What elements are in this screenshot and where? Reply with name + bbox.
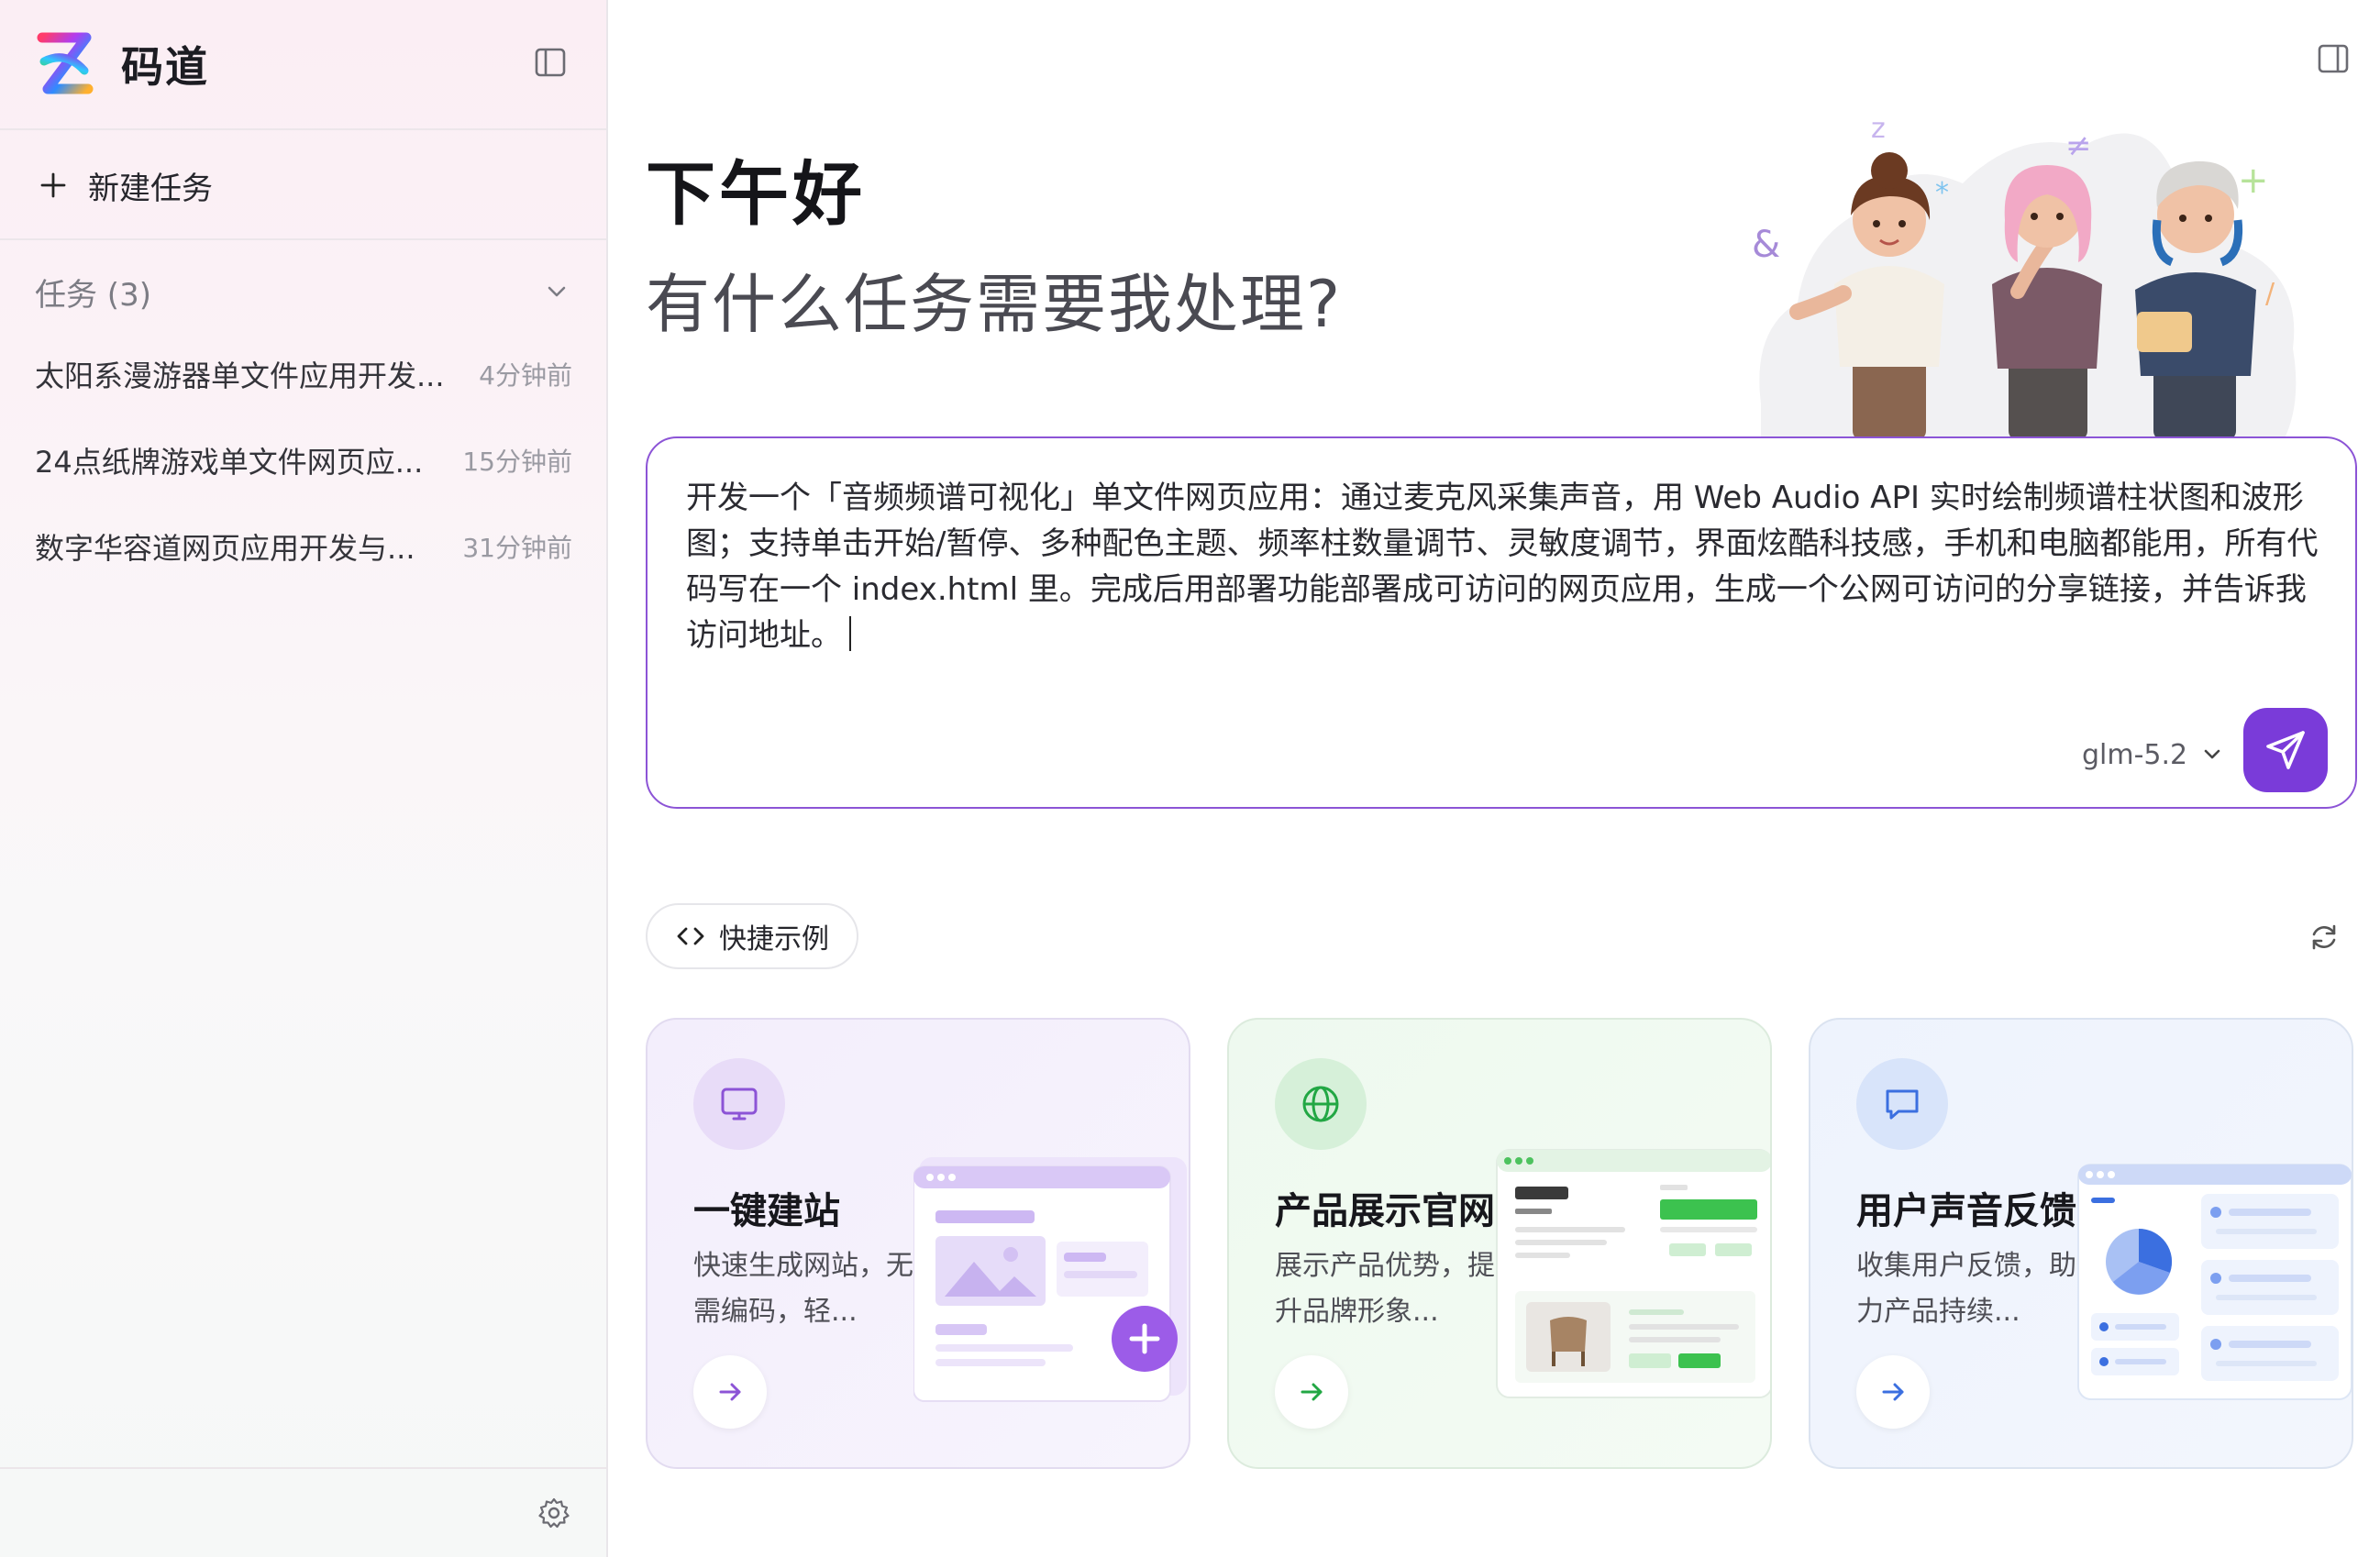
divider bbox=[0, 128, 606, 130]
svg-text:/: / bbox=[2265, 278, 2275, 310]
example-card-user-feedback[interactable]: 用户声音反馈 收集用户反馈，助力产品持续... bbox=[1809, 1018, 2353, 1469]
monitor-icon bbox=[721, 1088, 758, 1121]
task-title: 24点纸牌游戏单文件网页应... bbox=[35, 445, 424, 480]
gear-icon[interactable] bbox=[536, 1495, 572, 1531]
task-item[interactable]: 数字华容道网页应用开发与... 31分钟前 bbox=[35, 517, 572, 576]
greeting: 下午好 bbox=[646, 153, 866, 235]
divider bbox=[0, 238, 606, 240]
example-card-product-site[interactable]: 产品展示官网 展示产品优势，提升品牌形象... bbox=[1227, 1018, 1772, 1469]
plus-icon bbox=[40, 172, 66, 198]
brand-name: 码道 bbox=[121, 42, 209, 92]
chevron-down-icon bbox=[548, 286, 566, 297]
quick-examples-label: 快捷示例 bbox=[719, 923, 829, 955]
card-description: 快速生成网站，无需编码，轻... bbox=[693, 1250, 913, 1328]
example-card-website[interactable]: 一键建站 快速生成网站，无需编码，轻... bbox=[646, 1018, 1190, 1469]
new-task-label: 新建任务 bbox=[88, 170, 213, 207]
card-arrow-button[interactable] bbox=[1275, 1355, 1348, 1429]
code-icon bbox=[677, 927, 704, 945]
subgreeting: 有什么任务需要我处理? bbox=[646, 267, 1343, 342]
card-arrow-button[interactable] bbox=[693, 1355, 767, 1429]
svg-text:&: & bbox=[1752, 224, 1780, 266]
model-selector[interactable]: glm-5.2 bbox=[2082, 732, 2224, 778]
globe-icon bbox=[1302, 1086, 1339, 1122]
message-icon bbox=[1886, 1089, 1919, 1120]
quick-examples-button[interactable]: 快捷示例 bbox=[646, 903, 858, 969]
product-site-preview-illustration bbox=[1496, 1149, 1770, 1398]
task-item[interactable]: 太阳系漫游器单文件应用开发... 4分钟前 bbox=[35, 345, 572, 403]
svg-text:+: + bbox=[2238, 160, 2269, 202]
refresh-icon[interactable] bbox=[2308, 921, 2341, 954]
prompt-box[interactable]: 开发一个「音频频谱可视化」单文件网页应用：通过麦克风采集声音，用 Web Aud… bbox=[646, 436, 2357, 809]
task-item[interactable]: 24点纸牌游戏单文件网页应... 15分钟前 bbox=[35, 431, 572, 490]
sidebar: 码道 新建任务 任务 (3) 太阳系漫游器单文件应用开发... 4分钟前 24点… bbox=[0, 0, 608, 1557]
brand[interactable]: 码道 bbox=[35, 29, 209, 99]
card-icon-wrap bbox=[1275, 1058, 1367, 1150]
characters-illustration: & z ≠ * + / bbox=[1752, 113, 2297, 440]
task-title: 数字华容道网页应用开发与... bbox=[35, 531, 415, 566]
arrow-right-icon bbox=[719, 1383, 741, 1401]
prompt-text: 开发一个「音频频谱可视化」单文件网页应用：通过麦克风采集声音，用 Web Aud… bbox=[686, 480, 2319, 654]
divider bbox=[0, 1467, 606, 1469]
brand-logo-icon bbox=[37, 32, 94, 94]
new-task-button[interactable]: 新建任务 bbox=[35, 158, 213, 213]
card-title: 一键建站 bbox=[693, 1190, 840, 1232]
task-time: 31分钟前 bbox=[462, 533, 572, 563]
arrow-right-icon bbox=[1882, 1383, 1904, 1401]
card-icon-wrap bbox=[1856, 1058, 1948, 1150]
task-time: 4分钟前 bbox=[479, 360, 572, 391]
toggle-right-panel-icon[interactable] bbox=[2315, 40, 2352, 77]
prompt-input[interactable]: 开发一个「音频频谱可视化」单文件网页应用：通过麦克风采集声音，用 Web Aud… bbox=[686, 475, 2328, 658]
website-preview-illustration bbox=[913, 1157, 1187, 1402]
collapse-sidebar-icon[interactable] bbox=[532, 44, 569, 81]
chevron-down-icon bbox=[2204, 749, 2220, 759]
send-icon bbox=[2266, 731, 2305, 769]
task-title: 太阳系漫游器单文件应用开发... bbox=[35, 359, 445, 393]
tasks-header-label: 任务 (3) bbox=[35, 276, 151, 314]
feedback-preview-illustration bbox=[2077, 1164, 2352, 1400]
arrow-right-icon bbox=[1301, 1383, 1323, 1401]
svg-text:*: * bbox=[1935, 177, 1949, 209]
card-title: 用户声音反馈 bbox=[1856, 1190, 2076, 1232]
send-button[interactable] bbox=[2243, 708, 2328, 792]
card-icon-wrap bbox=[693, 1058, 785, 1150]
task-time: 15分钟前 bbox=[462, 447, 572, 477]
text-caret bbox=[849, 616, 851, 651]
svg-text:≠: ≠ bbox=[2065, 127, 2092, 164]
card-title: 产品展示官网 bbox=[1275, 1190, 1495, 1232]
card-description: 展示产品优势，提升品牌形象... bbox=[1275, 1250, 1495, 1328]
tasks-section-header[interactable]: 任务 (3) bbox=[35, 264, 572, 319]
card-description: 收集用户反馈，助力产品持续... bbox=[1856, 1250, 2076, 1328]
model-name: glm-5.2 bbox=[2082, 738, 2188, 771]
card-arrow-button[interactable] bbox=[1856, 1355, 1930, 1429]
svg-text:z: z bbox=[1871, 113, 1886, 145]
